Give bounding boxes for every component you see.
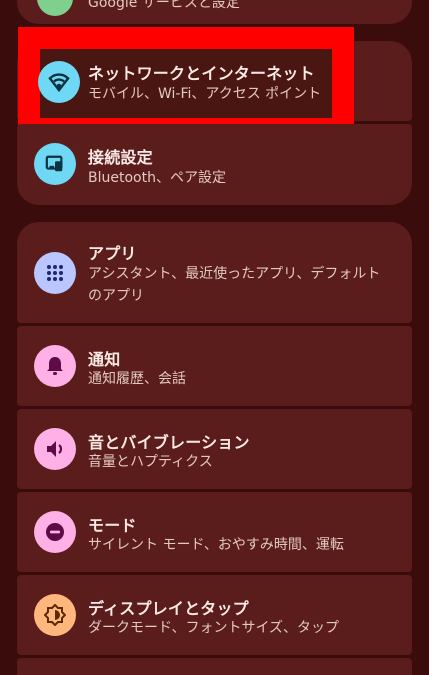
settings-item-sound[interactable]: 音とバイブレーション 音量とハプティクス: [17, 409, 412, 489]
display-title: ディスプレイとタップ: [88, 599, 249, 618]
modes-subtitle: サイレント モード、おやすみ時間、運転: [88, 537, 344, 553]
volume-icon: [34, 428, 76, 470]
settings-item-apps[interactable]: アプリ アシスタント、最近使ったアプリ、デフォルト のアプリ: [17, 222, 412, 323]
apps-subtitle-line1: アシスタント、最近使ったアプリ、デフォルト: [88, 266, 381, 282]
display-subtitle: ダークモード、フォントサイズ、タップ: [88, 620, 340, 636]
settings-item-notifications[interactable]: 通知 通知履歴、会話: [17, 326, 412, 406]
apps-subtitle-line2: のアプリ: [88, 288, 144, 304]
settings-item-google[interactable]: Google サービスと設定: [17, 0, 412, 24]
settings-item-modes[interactable]: モード サイレント モード、おやすみ時間、運転: [17, 492, 412, 572]
sound-title: 音とバイブレーション: [88, 433, 250, 452]
settings-item-partial-bottom[interactable]: [17, 658, 412, 675]
sound-subtitle: 音量とハプティクス: [88, 454, 213, 470]
notifications-title: 通知: [88, 350, 121, 369]
connected-title: 接続設定: [88, 148, 153, 167]
apps-title: アプリ: [88, 244, 137, 263]
network-title: ネットワークとインターネット: [88, 64, 315, 83]
settings-item-display[interactable]: ディスプレイとタップ ダークモード、フォントサイズ、タップ: [17, 575, 412, 655]
settings-item-subtitle: Google サービスと設定: [88, 0, 240, 11]
settings-item-connected[interactable]: 接続設定 Bluetooth、ペア設定: [17, 124, 412, 205]
network-subtitle: モバイル、Wi-Fi、アクセス ポイント: [88, 86, 322, 102]
brightness-icon: [34, 594, 76, 636]
settings-screen: Google サービスと設定 ネットワークとインターネット モバイル、Wi-Fi…: [0, 0, 429, 675]
notifications-subtitle: 通知履歴、会話: [88, 371, 186, 387]
devices-icon: [34, 143, 76, 185]
bell-icon: [34, 345, 76, 387]
google-icon: [37, 0, 73, 16]
do-not-disturb-icon: [34, 511, 76, 553]
connected-subtitle: Bluetooth、ペア設定: [88, 170, 226, 186]
apps-grid-icon: [34, 252, 76, 294]
wifi-icon: [38, 61, 80, 103]
modes-title: モード: [88, 516, 137, 535]
